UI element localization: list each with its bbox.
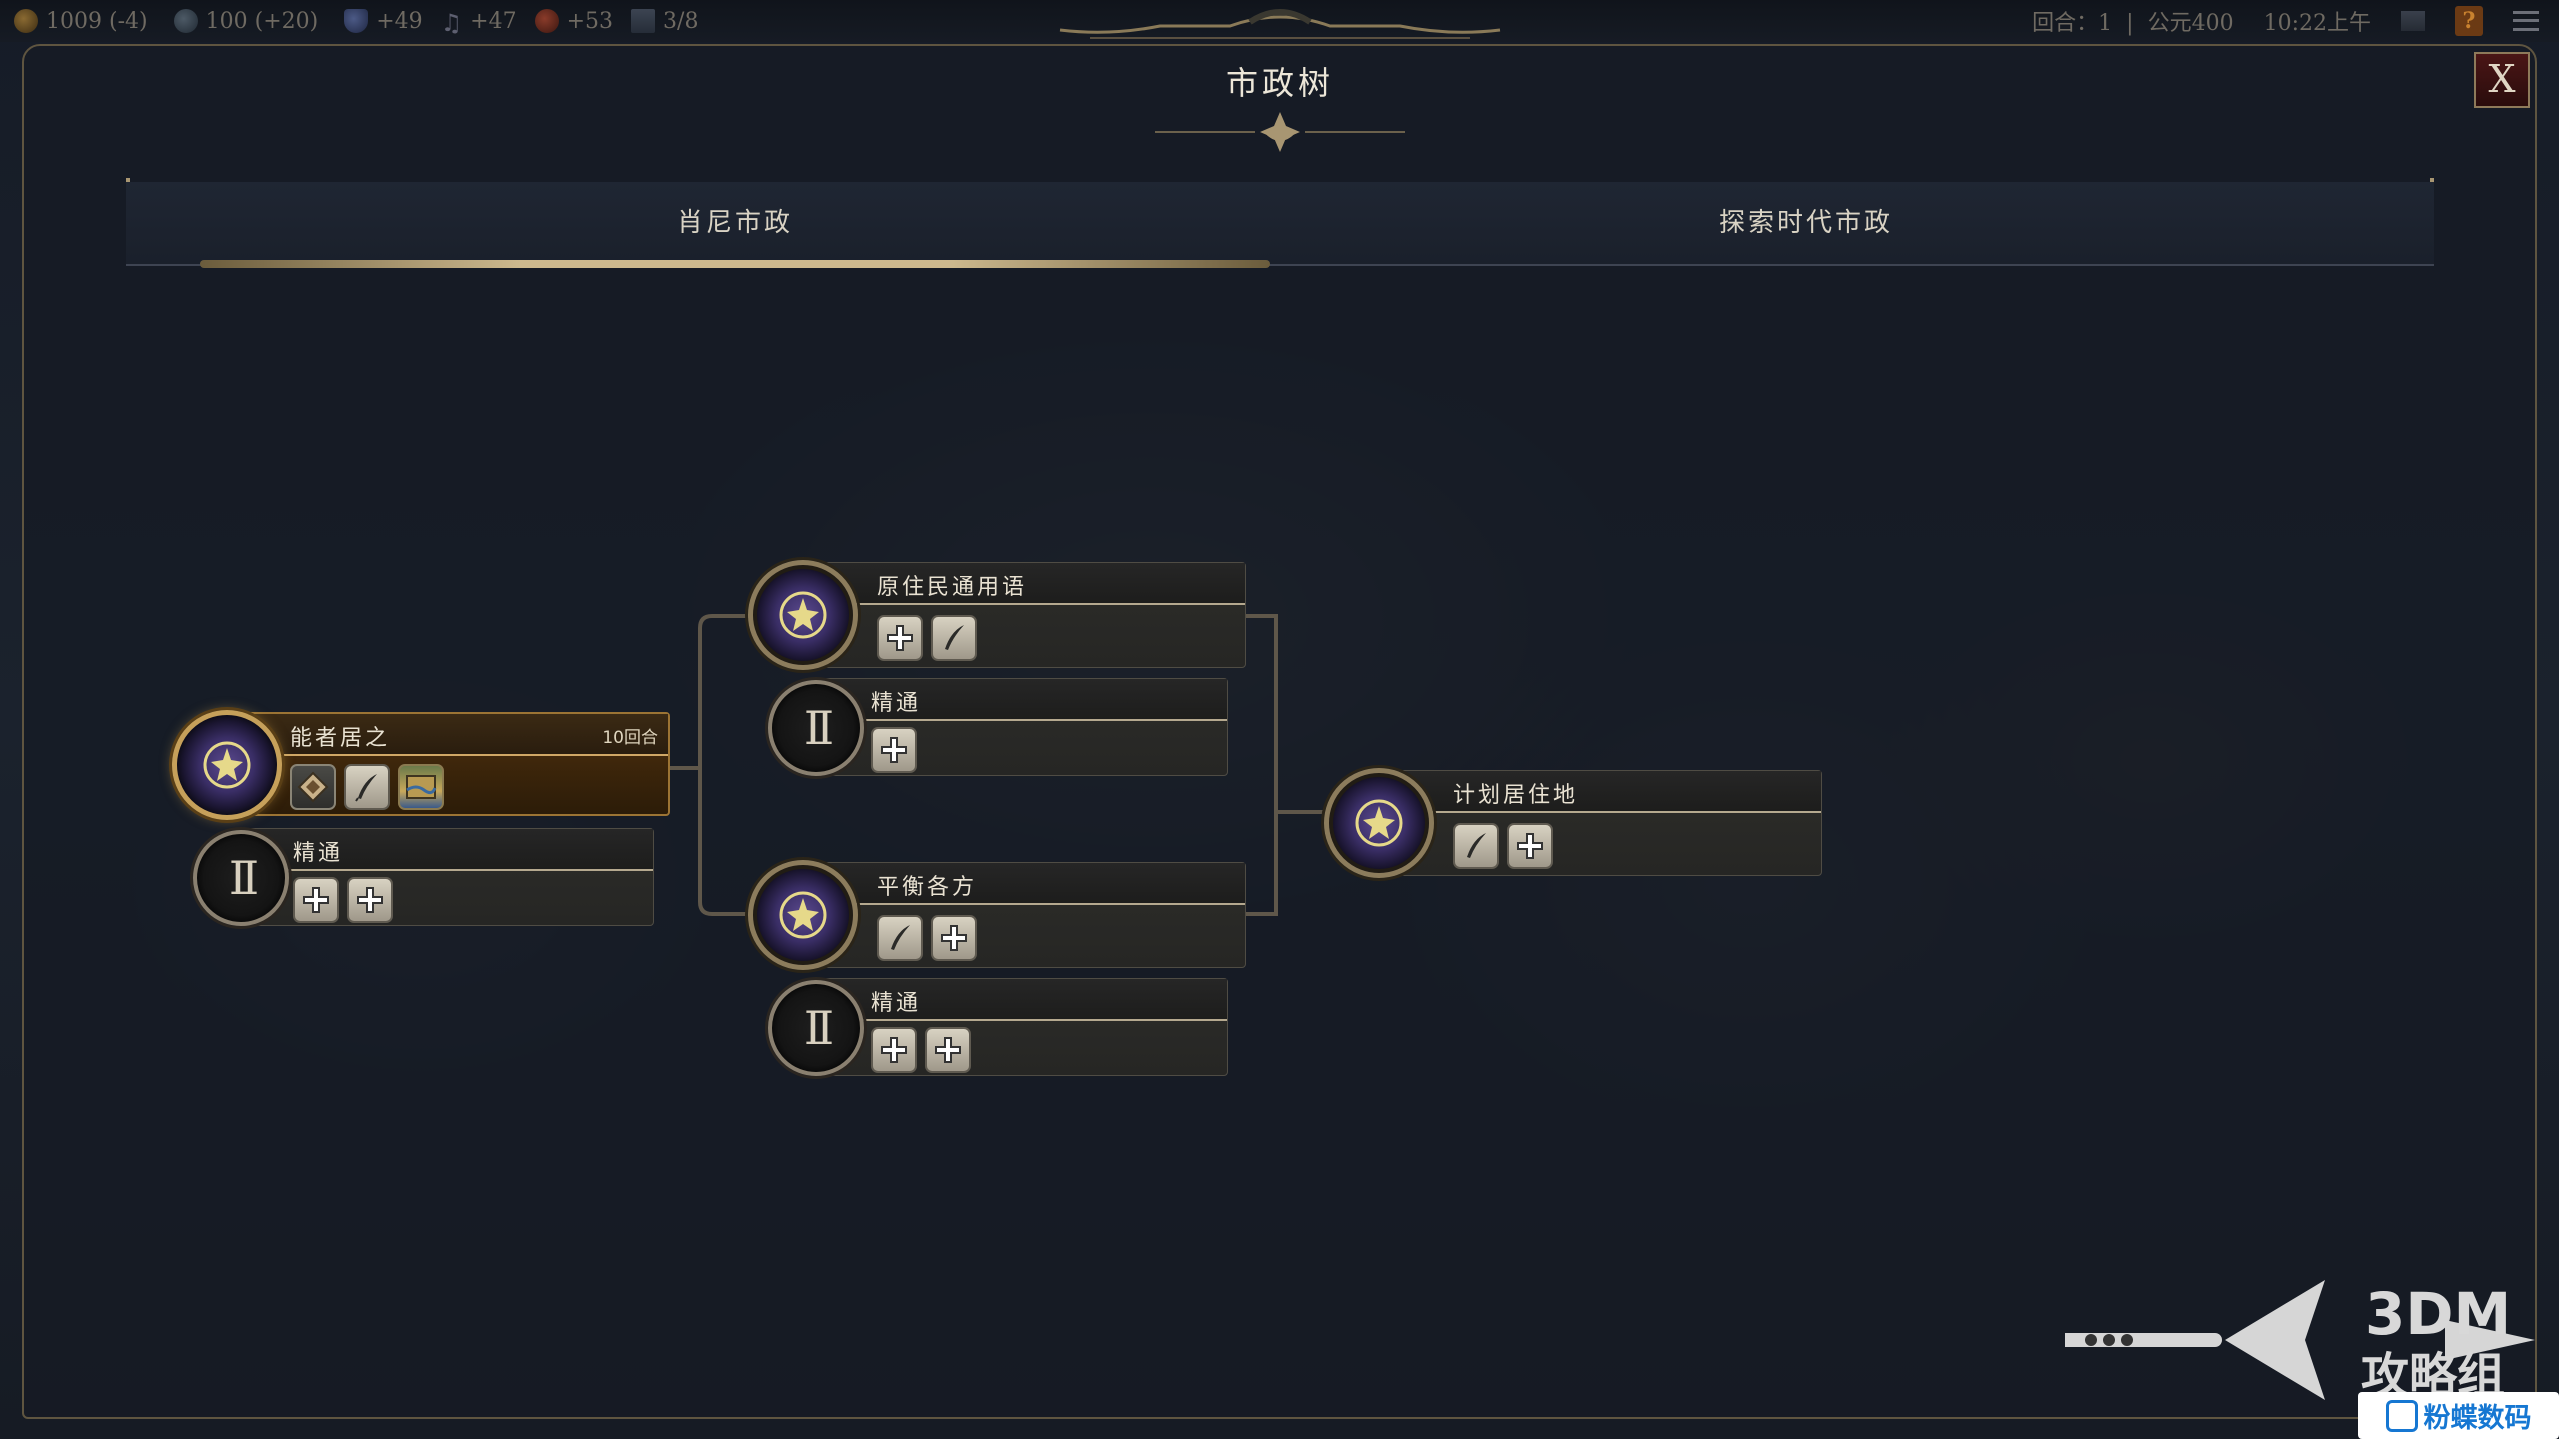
rank-icon[interactable] bbox=[2401, 11, 2425, 31]
quill-icon[interactable] bbox=[931, 615, 977, 661]
influence-icon bbox=[534, 9, 559, 33]
unlock-icons bbox=[290, 764, 444, 810]
mastery-card[interactable]: 精通 bbox=[814, 678, 1228, 776]
separator: | bbox=[2126, 11, 2134, 36]
city-icon bbox=[631, 9, 656, 33]
culture-flask-icon bbox=[344, 9, 369, 33]
unlock-icons bbox=[293, 877, 393, 923]
cities-resource[interactable]: 3/8 bbox=[631, 9, 698, 34]
quill-icon[interactable] bbox=[344, 764, 390, 810]
music-note-icon: ♫ bbox=[440, 9, 463, 37]
mastery-numeral-icon: II bbox=[768, 680, 864, 776]
mastery-name: 精通 bbox=[871, 991, 922, 1016]
plus-icon[interactable] bbox=[871, 727, 917, 773]
mastery-card[interactable]: 精通 bbox=[240, 828, 654, 926]
turns-remaining: 10回合 bbox=[602, 728, 658, 748]
panel-title: 市政树 bbox=[1225, 64, 1334, 102]
culture-value: +49 bbox=[376, 8, 423, 34]
plus-icon[interactable] bbox=[931, 915, 977, 961]
gold-value: 1009 bbox=[46, 8, 102, 34]
mastery-name: 精通 bbox=[871, 691, 922, 716]
3dm-watermark-logo: 3DM 攻略组 bbox=[2065, 1280, 2535, 1404]
culture-resource[interactable]: +49 bbox=[344, 8, 423, 34]
tab-bar: 肖尼市政 探索时代市政 bbox=[126, 182, 2434, 268]
title-ornament bbox=[1155, 112, 1405, 152]
3dm-text: 3DM bbox=[2365, 1280, 2511, 1348]
top-ornament bbox=[1059, 9, 1501, 39]
civic-crest-icon bbox=[1324, 768, 1434, 878]
civic-name: 计划居住地 bbox=[1453, 783, 1579, 808]
unlock-icons bbox=[871, 727, 917, 773]
civic-card-header: 能者居之 10回合 bbox=[226, 714, 668, 756]
civic-card[interactable]: 能者居之 10回合 bbox=[224, 712, 670, 816]
civic-crest-icon bbox=[748, 860, 858, 970]
fendie-watermark: 粉蝶数码 bbox=[2358, 1392, 2559, 1439]
science-icon bbox=[173, 9, 198, 33]
quill-icon[interactable] bbox=[877, 915, 923, 961]
civic-card[interactable]: 平衡各方 bbox=[812, 862, 1246, 968]
civic-name: 原住民通用语 bbox=[877, 575, 1028, 600]
science-value: 100 bbox=[205, 8, 248, 34]
civic-card-header: 原住民通用语 bbox=[813, 563, 1245, 605]
science-delta: (+20) bbox=[254, 8, 319, 34]
music-value: +47 bbox=[470, 8, 517, 34]
tab-shawnee-civics[interactable]: 肖尼市政 bbox=[200, 182, 1270, 268]
fendie-logo-icon bbox=[2385, 1399, 2418, 1432]
mastery-card[interactable]: 精通 bbox=[814, 978, 1228, 1076]
turn-label: 回合：1 bbox=[2032, 11, 2113, 36]
tab-exploration-age-civics[interactable]: 探索时代市政 bbox=[1271, 182, 2341, 264]
unlock-icons bbox=[877, 615, 977, 661]
mastery-card-header: 精通 bbox=[815, 979, 1227, 1021]
mastery-name: 精通 bbox=[293, 841, 344, 866]
year-label: 公元400 bbox=[2147, 11, 2234, 36]
unlock-icons bbox=[877, 915, 977, 961]
civic-crest-icon bbox=[172, 710, 282, 820]
gold-delta: (-4) bbox=[109, 8, 148, 34]
civic-name: 能者居之 bbox=[290, 726, 391, 751]
plus-icon[interactable] bbox=[1507, 823, 1553, 869]
gem-icon[interactable] bbox=[290, 764, 336, 810]
plus-icon[interactable] bbox=[293, 877, 339, 923]
unlock-icons bbox=[871, 1027, 971, 1073]
mastery-numeral-icon: II bbox=[768, 980, 864, 1076]
quill-icon[interactable] bbox=[1453, 823, 1499, 869]
plus-icon[interactable] bbox=[347, 877, 393, 923]
influence-value: +53 bbox=[566, 8, 614, 34]
close-button[interactable]: X bbox=[2474, 52, 2530, 108]
happiness-resource[interactable]: ♫ +47 bbox=[440, 8, 517, 38]
help-button[interactable]: ? bbox=[2455, 6, 2483, 36]
civic-card[interactable]: 原住民通用语 bbox=[812, 562, 1246, 668]
mastery-numeral-icon: II bbox=[193, 830, 289, 926]
menu-icon[interactable] bbox=[2513, 11, 2539, 31]
civic-card[interactable]: 计划居住地 bbox=[1388, 770, 1822, 876]
unlock-icons bbox=[1453, 823, 1553, 869]
gold-resource[interactable]: 1009 (-4) bbox=[14, 9, 148, 34]
gold-coin-icon bbox=[14, 9, 38, 33]
mastery-card-header: 精通 bbox=[815, 679, 1227, 721]
cities-value: 3/8 bbox=[663, 8, 699, 34]
civic-card-header: 平衡各方 bbox=[813, 863, 1245, 905]
map-icon[interactable] bbox=[398, 764, 444, 810]
influence-resource[interactable]: +53 bbox=[534, 8, 614, 34]
civic-card-header: 计划居住地 bbox=[1389, 771, 1821, 813]
mastery-card-header: 精通 bbox=[241, 829, 653, 871]
plus-icon[interactable] bbox=[871, 1027, 917, 1073]
science-resource[interactable]: 100 (+20) bbox=[173, 8, 319, 34]
turn-counter: 回合：1 | 公元400 bbox=[2032, 5, 2233, 37]
plus-icon[interactable] bbox=[925, 1027, 971, 1073]
fendie-text: 粉蝶数码 bbox=[2423, 1403, 2532, 1434]
civic-crest-icon bbox=[748, 560, 858, 670]
civic-name: 平衡各方 bbox=[877, 875, 978, 900]
clock: 10:22上午 bbox=[2263, 11, 2371, 36]
plus-icon[interactable] bbox=[877, 615, 923, 661]
